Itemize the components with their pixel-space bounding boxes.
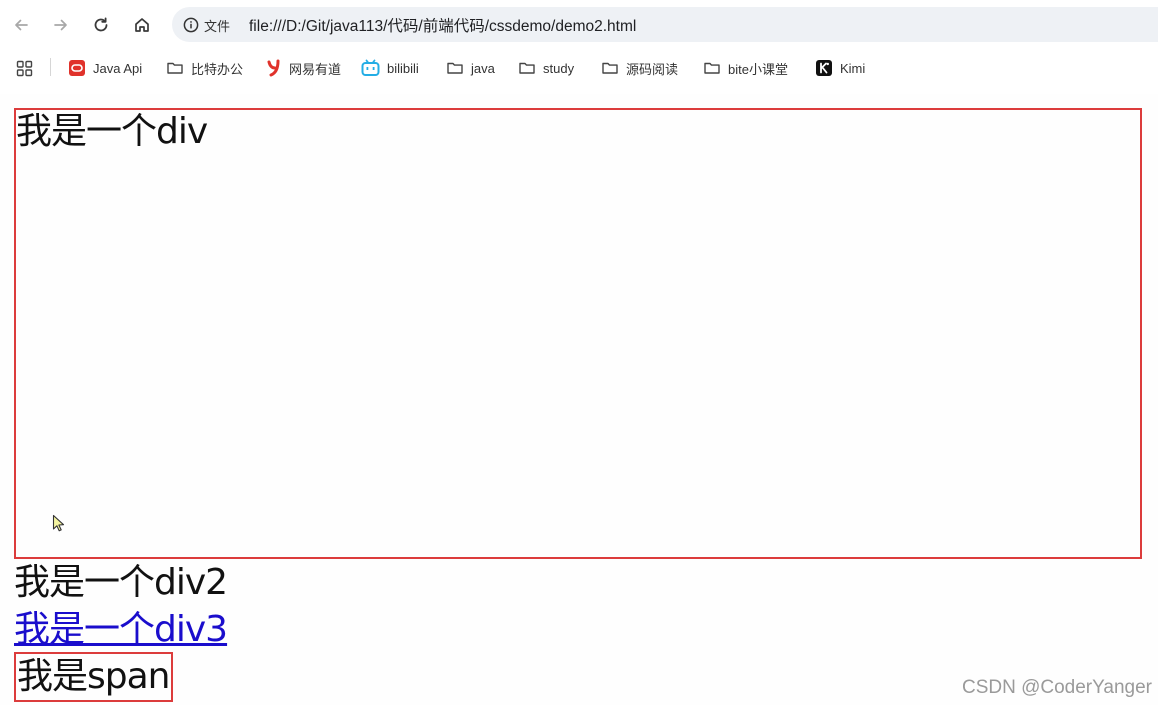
home-icon xyxy=(135,18,149,32)
site-info-button[interactable]: 文件 xyxy=(183,15,230,35)
bookmark-kimi[interactable]: Kimi xyxy=(815,53,865,83)
url-text[interactable]: file:///D:/Git/java113/代码/前端代码/cssdemo/d… xyxy=(249,14,636,36)
span-box: 我是span xyxy=(14,652,173,702)
bookmarks-divider xyxy=(50,58,51,76)
bookmark-label: 网易有道 xyxy=(289,61,342,77)
bookmark-label: Java Api xyxy=(93,60,143,76)
bookmark-label: Kimi xyxy=(840,60,866,76)
apps-button[interactable] xyxy=(16,53,33,83)
reload-icon xyxy=(94,17,108,32)
back-button[interactable] xyxy=(8,12,34,38)
folder-icon xyxy=(602,62,618,74)
bookmark-java[interactable]: java xyxy=(446,53,495,83)
bookmark-label: bite小课堂 xyxy=(728,61,788,77)
home-button[interactable] xyxy=(129,12,155,38)
folder-icon xyxy=(704,62,720,74)
arrow-left-icon xyxy=(15,19,28,31)
bookmark-java-api[interactable]: Java Api xyxy=(68,53,142,83)
forward-button[interactable] xyxy=(48,12,74,38)
reload-button[interactable] xyxy=(88,12,114,38)
bookmark-study[interactable]: study xyxy=(518,53,574,83)
browser-toolbar: 文件 file:///D:/Git/java113/代码/前端代码/cssdem… xyxy=(0,0,1158,49)
folder-icon xyxy=(447,62,463,74)
apps-grid-icon xyxy=(16,60,33,76)
bookmark-label: 源码阅读 xyxy=(626,61,679,77)
oracle-icon xyxy=(69,60,85,76)
bookmark-bite-class[interactable]: bite小课堂 xyxy=(703,53,788,83)
folder-icon xyxy=(519,62,535,74)
div-text: 我是一个div xyxy=(16,111,208,152)
page-content: 我是一个div 我是一个div2 我是一个div3 我是span xyxy=(0,94,1158,705)
info-icon xyxy=(183,17,199,33)
arrow-right-icon xyxy=(54,19,67,31)
bookmark-youdao[interactable]: 网易有道 xyxy=(266,53,341,83)
kimi-icon xyxy=(816,60,832,76)
site-info-label: 文件 xyxy=(204,19,231,35)
red-border-div: 我是一个div xyxy=(14,108,1142,559)
div2-text: 我是一个div2 xyxy=(14,562,228,603)
watermark: CSDN @CoderYanger xyxy=(961,677,1152,698)
bookmarks-bar: Java Api 比特办公 网易有道 bilibili java study 源… xyxy=(0,53,1158,83)
folder-icon xyxy=(167,62,183,74)
bookmark-label: java xyxy=(471,60,495,76)
mouse-cursor-icon xyxy=(52,514,65,532)
bookmark-bilibili[interactable]: bilibili xyxy=(361,53,419,83)
bookmark-label: 比特办公 xyxy=(191,61,244,77)
youdao-icon xyxy=(267,59,280,77)
bookmark-label: study xyxy=(543,60,575,76)
bilibili-icon xyxy=(361,59,380,76)
bookmark-label: bilibili xyxy=(387,60,419,76)
div3-link[interactable]: 我是一个div3 xyxy=(14,607,228,653)
bookmark-bite-office[interactable]: 比特办公 xyxy=(166,53,243,83)
bookmark-source-reading[interactable]: 源码阅读 xyxy=(601,53,678,83)
